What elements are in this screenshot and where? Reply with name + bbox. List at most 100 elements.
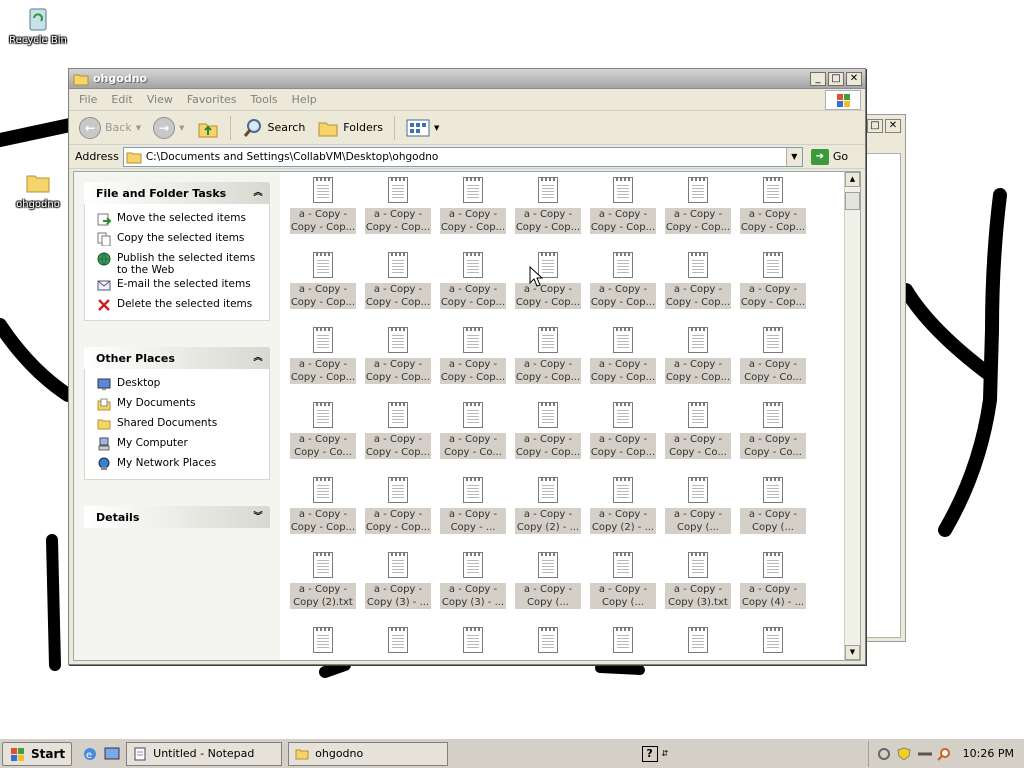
search-tray-icon[interactable] bbox=[936, 747, 951, 761]
file-item[interactable] bbox=[663, 624, 733, 660]
scroll-up-button[interactable]: ▲ bbox=[845, 172, 860, 187]
file-item[interactable]: a - Copy - Copy (3) - ... bbox=[438, 549, 508, 619]
show-desktop-icon[interactable] bbox=[104, 746, 120, 762]
background-window[interactable]: □ ✕ bbox=[860, 114, 906, 642]
desktop-icon-recycle-bin[interactable]: Recycle Bin bbox=[2, 4, 74, 46]
security-shield-icon[interactable] bbox=[897, 746, 911, 761]
refresh-icon[interactable] bbox=[877, 747, 891, 761]
file-item[interactable]: a - Copy - Copy - Co... bbox=[738, 399, 808, 469]
place-my-network-places[interactable]: My Network Places bbox=[97, 455, 263, 475]
place-my-documents[interactable]: My Documents bbox=[97, 395, 263, 415]
internet-explorer-icon[interactable]: e bbox=[82, 746, 98, 762]
file-item[interactable]: a - Copy - Copy (... bbox=[513, 549, 583, 619]
file-item[interactable]: a - Copy - Copy (2).txt bbox=[288, 549, 358, 619]
file-item[interactable]: a - Copy - Copy - Cop... bbox=[438, 249, 508, 319]
file-item[interactable]: a - Copy - Copy (3) - ... bbox=[363, 549, 433, 619]
title-bar[interactable]: ohgodno _ □ ✕ bbox=[69, 69, 865, 89]
file-item[interactable]: a - Copy - Copy - Cop... bbox=[738, 249, 808, 319]
place-shared-documents[interactable]: Shared Documents bbox=[97, 415, 263, 435]
menu-tools[interactable]: Tools bbox=[251, 93, 278, 106]
go-button[interactable]: ➔ Go bbox=[810, 148, 848, 165]
views-button[interactable]: ▼ bbox=[402, 114, 443, 142]
menu-view[interactable]: View bbox=[147, 93, 173, 106]
up-button[interactable] bbox=[193, 114, 223, 142]
file-item[interactable]: a - Copy - Copy - Cop... bbox=[588, 399, 658, 469]
file-item[interactable]: a - Copy - Copy - ... bbox=[438, 474, 508, 544]
task-copy[interactable]: Copy the selected items bbox=[97, 230, 263, 250]
file-item[interactable]: a - Copy - Copy (3).txt bbox=[663, 549, 733, 619]
tray-chevron-icon[interactable]: ⇵ bbox=[662, 749, 669, 758]
file-item[interactable]: a - Copy - Copy - Cop... bbox=[363, 474, 433, 544]
file-item[interactable]: a - Copy - Copy - Cop... bbox=[738, 174, 808, 244]
maximize-button[interactable]: □ bbox=[867, 119, 883, 133]
menu-edit[interactable]: Edit bbox=[111, 93, 132, 106]
address-input[interactable]: C:\Documents and Settings\CollabVM\Deskt… bbox=[122, 146, 803, 167]
minimize-button[interactable]: _ bbox=[810, 71, 826, 86]
collapse-icon[interactable]: ︽ bbox=[250, 351, 266, 365]
collapse-icon[interactable]: ︽ bbox=[250, 186, 266, 200]
file-item[interactable]: a - Copy - Copy - Cop... bbox=[588, 324, 658, 394]
other-places-header[interactable]: Other Places ︽ bbox=[84, 347, 270, 369]
menu-file[interactable]: File bbox=[79, 93, 97, 106]
menu-favorites[interactable]: Favorites bbox=[187, 93, 237, 106]
network-cable-icon[interactable] bbox=[917, 747, 932, 761]
close-button[interactable]: ✕ bbox=[846, 71, 862, 86]
file-item[interactable]: a - Copy - Copy - Cop... bbox=[288, 324, 358, 394]
file-item[interactable]: a - Copy - Copy - Cop... bbox=[663, 174, 733, 244]
file-item[interactable]: a - Copy - Copy - Co... bbox=[438, 399, 508, 469]
file-item[interactable]: a - Copy - Copy - Cop... bbox=[588, 249, 658, 319]
search-button[interactable]: Search bbox=[238, 114, 310, 142]
desktop-icon-ohgodno[interactable]: ohgodno bbox=[2, 168, 74, 210]
file-item[interactable]: a - Copy - Copy - Cop... bbox=[588, 174, 658, 244]
file-item[interactable]: a - Copy - Copy - Cop... bbox=[513, 174, 583, 244]
file-item[interactable]: a - Copy - Copy - Cop... bbox=[288, 249, 358, 319]
file-item[interactable]: a - Copy - Copy - Co... bbox=[663, 399, 733, 469]
file-item[interactable]: a - Copy - Copy (... bbox=[588, 549, 658, 619]
scroll-down-button[interactable]: ▼ bbox=[845, 645, 860, 660]
file-item[interactable]: a - Copy - Copy - Co... bbox=[738, 324, 808, 394]
file-item[interactable]: a - Copy - Copy (2) - ... bbox=[513, 474, 583, 544]
file-item[interactable]: a - Copy - Copy - Cop... bbox=[438, 324, 508, 394]
taskbar-button-notepad[interactable]: Untitled - Notepad bbox=[126, 741, 283, 766]
file-item[interactable] bbox=[363, 624, 433, 660]
expand-icon[interactable]: ︾ bbox=[250, 510, 266, 524]
menu-help[interactable]: Help bbox=[292, 93, 317, 106]
file-item[interactable]: a - Copy - Copy - Cop... bbox=[663, 249, 733, 319]
file-item[interactable]: a - Copy - Copy - Cop... bbox=[363, 174, 433, 244]
file-item[interactable]: a - Copy - Copy (... bbox=[738, 474, 808, 544]
file-item[interactable]: a - Copy - Copy - Cop... bbox=[363, 399, 433, 469]
file-item[interactable]: a - Copy - Copy (4) - ... bbox=[738, 549, 808, 619]
place-desktop[interactable]: Desktop bbox=[97, 375, 263, 395]
file-item[interactable] bbox=[588, 624, 658, 660]
back-button[interactable]: ← Back ▼ bbox=[75, 114, 145, 142]
details-header[interactable]: Details ︾ bbox=[84, 506, 270, 528]
file-item[interactable]: a - Copy - Copy - Cop... bbox=[513, 324, 583, 394]
file-item[interactable]: a - Copy - Copy - Cop... bbox=[288, 474, 358, 544]
file-item[interactable]: a - Copy - Copy - Cop... bbox=[363, 324, 433, 394]
file-folder-tasks-header[interactable]: File and Folder Tasks ︽ bbox=[84, 182, 270, 204]
file-item[interactable]: a - Copy - Copy - Cop... bbox=[438, 174, 508, 244]
task-publish[interactable]: Publish the selected items to the Web bbox=[97, 250, 263, 276]
taskbar-button-ohgodno[interactable]: ohgodno bbox=[288, 741, 449, 766]
file-item[interactable] bbox=[738, 624, 808, 660]
file-item[interactable]: a - Copy - Copy - Cop... bbox=[663, 324, 733, 394]
address-dropdown-button[interactable]: ▼ bbox=[785, 147, 802, 166]
help-icon[interactable]: ? bbox=[641, 745, 658, 762]
file-item[interactable]: a - Copy - Copy - Cop... bbox=[363, 249, 433, 319]
task-delete[interactable]: Delete the selected items bbox=[97, 296, 263, 316]
start-button[interactable]: Start bbox=[2, 741, 73, 766]
file-item[interactable] bbox=[438, 624, 508, 660]
vertical-scrollbar[interactable]: ▲ ▼ bbox=[844, 172, 860, 660]
forward-button[interactable]: → ▼ bbox=[149, 114, 188, 142]
scroll-thumb[interactable] bbox=[845, 192, 860, 210]
file-item[interactable]: a - Copy - Copy - Cop... bbox=[513, 249, 583, 319]
folders-button[interactable]: Folders bbox=[313, 114, 387, 142]
close-button[interactable]: ✕ bbox=[885, 119, 901, 133]
file-item[interactable]: a - Copy - Copy - Cop... bbox=[513, 399, 583, 469]
place-my-computer[interactable]: My Computer bbox=[97, 435, 263, 455]
maximize-button[interactable]: □ bbox=[828, 71, 844, 86]
file-item[interactable]: a - Copy - Copy (2) - ... bbox=[588, 474, 658, 544]
file-item[interactable]: a - Copy - Copy (... bbox=[663, 474, 733, 544]
file-item[interactable]: a - Copy - Copy - Co... bbox=[288, 399, 358, 469]
file-item[interactable]: a - Copy - Copy - Cop... bbox=[288, 174, 358, 244]
